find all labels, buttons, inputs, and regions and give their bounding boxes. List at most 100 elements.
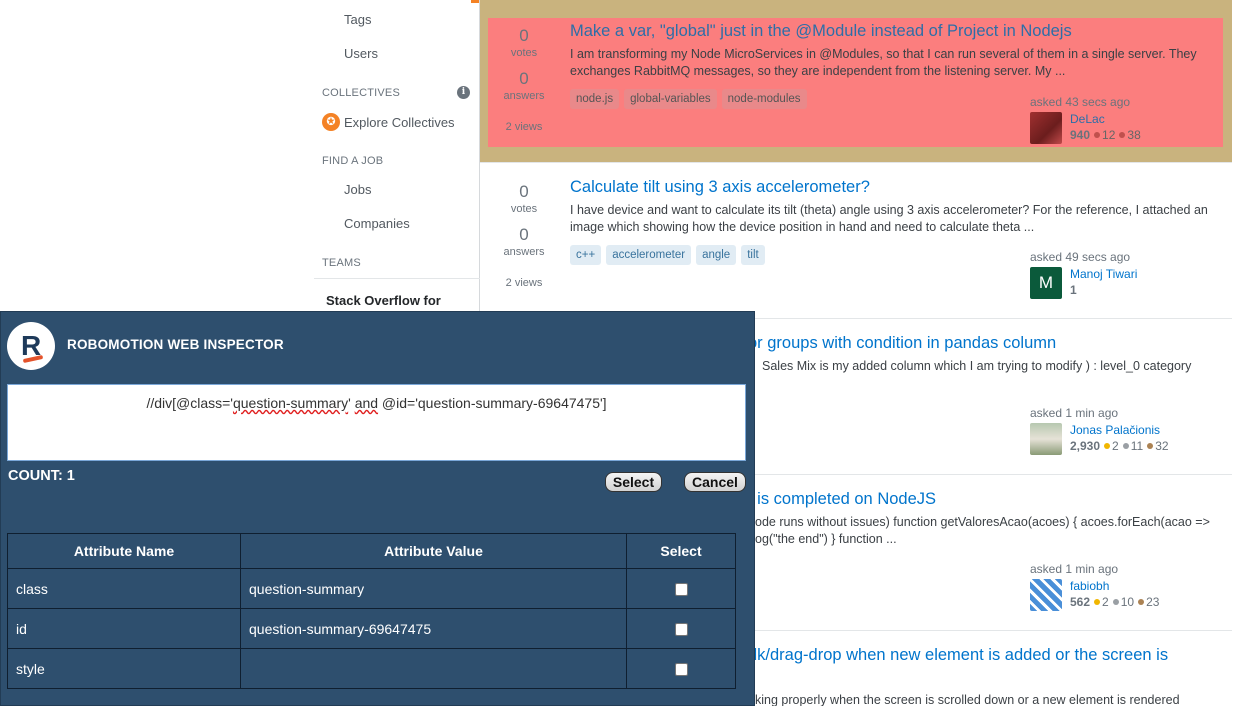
question-excerpt: Sales Mix is my added column which I am … xyxy=(762,359,1192,373)
attribute-name: style xyxy=(7,648,241,689)
sidebar-item-tags[interactable]: Tags xyxy=(344,12,371,27)
views-count: 2 views xyxy=(505,277,543,289)
question-stats: 0 votes 0 answers 2 views xyxy=(502,182,546,289)
teams-promo-text: Stack Overflow for xyxy=(326,293,441,308)
web-inspector-panel: R ROBOMOTION WEB INSPECTOR //div[@class=… xyxy=(0,311,755,706)
question-excerpt: I am transforming my Node MicroServices … xyxy=(570,47,1197,78)
tag[interactable]: angle xyxy=(696,245,737,265)
question-excerpt-line: og("the end") } function ... xyxy=(755,532,897,546)
question-summary[interactable]: 0 votes 0 answers 2 views Calculate tilt… xyxy=(480,163,1232,319)
silver-count: 10 xyxy=(1120,595,1135,609)
answers-label: answers xyxy=(503,90,545,102)
votes-label: votes xyxy=(510,47,538,59)
question-title[interactable]: Calculate tilt using 3 axis acceleromete… xyxy=(570,178,870,197)
attribute-value: question-summary xyxy=(240,568,627,609)
teams-heading: TEAMS xyxy=(322,257,361,269)
gold-count: 2 xyxy=(1102,595,1109,609)
user-card: asked 1 min ago fabiobh 562 2 10 23 xyxy=(1030,562,1230,611)
sidebar-item-companies[interactable]: Companies xyxy=(344,216,410,231)
question-title[interactable]: or groups with condition in pandas colum… xyxy=(748,334,1056,353)
xpath-text: question-summary xyxy=(232,395,349,411)
inspector-title: ROBOMOTION WEB INSPECTOR xyxy=(67,337,284,352)
question-title[interactable]: t is completed on NodeJS xyxy=(748,490,936,509)
user-reputation: 1 xyxy=(1070,283,1077,297)
question-tags: node.js global-variables node-modules xyxy=(570,89,807,109)
robomotion-logo-icon: R xyxy=(7,322,55,370)
views-count: 2 views xyxy=(505,121,543,133)
column-header-attribute-value: Attribute Value xyxy=(240,533,627,569)
user-card: asked 49 secs ago M Manoj Tiwari 1 xyxy=(1030,250,1230,299)
user-avatar[interactable] xyxy=(1030,579,1062,611)
sidebar-item-jobs[interactable]: Jobs xyxy=(344,182,371,197)
user-card: asked 1 min ago Jonas Palačionis 2,930 2 1… xyxy=(1030,406,1230,455)
tag[interactable]: c++ xyxy=(570,245,602,265)
column-header-select: Select xyxy=(626,533,736,569)
asked-time: asked 1 min ago xyxy=(1030,562,1119,576)
tag[interactable]: tilt xyxy=(741,245,765,265)
attribute-value: question-summary-69647475 xyxy=(240,608,627,649)
user-name[interactable]: fabiobh xyxy=(1070,579,1159,593)
user-avatar[interactable] xyxy=(1030,112,1062,144)
bronze-badge-icon xyxy=(1119,132,1126,139)
silver-count: 12 xyxy=(1102,128,1116,142)
attribute-value xyxy=(240,648,627,689)
user-name[interactable]: DeLac xyxy=(1070,112,1141,126)
table-row: class question-summary xyxy=(7,568,736,609)
xpath-text: @id='question-summary-69647475'] xyxy=(378,395,607,411)
info-icon[interactable]: i xyxy=(457,86,470,99)
silver-badge-icon xyxy=(1094,132,1101,139)
select-button[interactable]: Select xyxy=(605,472,662,492)
select-checkbox[interactable] xyxy=(674,623,688,637)
question-tags: c++ accelerometer angle tilt xyxy=(570,245,765,265)
silver-count: 11 xyxy=(1130,439,1144,453)
gold-count: 2 xyxy=(1112,439,1119,453)
question-title[interactable]: dk/drag-drop when new element is added o… xyxy=(748,646,1168,665)
question-excerpt: ode runs without issues) function getVal… xyxy=(755,514,1225,548)
attribute-name: id xyxy=(7,608,241,649)
user-name[interactable]: Jonas Palačionis xyxy=(1070,423,1169,437)
xpath-text: //div[@class=' xyxy=(146,395,233,411)
question-excerpt: I have device and want to calculate its … xyxy=(570,203,1208,234)
select-checkbox[interactable] xyxy=(674,663,688,677)
user-reputation: 940 xyxy=(1070,128,1091,142)
question-title[interactable]: Make a var, "global" just in the @Module… xyxy=(570,22,1072,41)
user-name[interactable]: Manoj Tiwari xyxy=(1070,267,1137,281)
match-count: COUNT: 1 xyxy=(8,468,75,484)
votes-label: votes xyxy=(510,203,538,215)
asked-time: asked 43 secs ago xyxy=(1030,95,1131,109)
bronze-badge-icon xyxy=(1138,599,1145,606)
votes-count: 0 xyxy=(519,182,529,201)
tag[interactable]: accelerometer xyxy=(606,245,692,265)
question-summary[interactable]: 0 votes 0 answers 2 views Make a var, "g… xyxy=(480,0,1232,163)
tag[interactable]: node.js xyxy=(570,89,620,109)
sidebar-item-users[interactable]: Users xyxy=(344,46,378,61)
asked-time: asked 1 min ago xyxy=(1030,406,1119,420)
attribute-name: class xyxy=(7,568,241,609)
tag[interactable]: node-modules xyxy=(721,89,807,109)
find-job-heading: FIND A JOB xyxy=(322,155,384,167)
answers-label: answers xyxy=(503,246,545,258)
cancel-button[interactable]: Cancel xyxy=(684,472,746,492)
question-excerpt: king properly when the screen is scrolle… xyxy=(755,693,1180,706)
user-reputation: 2,930 xyxy=(1070,439,1101,453)
asked-time: asked 49 secs ago xyxy=(1030,250,1131,264)
answers-count: 0 xyxy=(519,69,529,88)
user-avatar[interactable] xyxy=(1030,423,1062,455)
question-excerpt-line: ode runs without issues) function getVal… xyxy=(755,515,1210,529)
silver-badge-icon xyxy=(1112,599,1119,606)
gold-badge-icon xyxy=(1094,599,1101,606)
xpath-input[interactable]: //div[@class='question-summary' and @id=… xyxy=(7,384,746,461)
sidebar-item-explore-collectives[interactable]: Explore Collectives xyxy=(344,115,455,130)
table-row: id question-summary-69647475 xyxy=(7,608,736,649)
user-card: asked 43 secs ago DeLac 940 12 38 xyxy=(1030,95,1230,144)
votes-count: 0 xyxy=(519,26,529,45)
user-reputation: 562 xyxy=(1070,595,1091,609)
user-avatar[interactable]: M xyxy=(1030,267,1062,299)
tag[interactable]: global-variables xyxy=(624,89,717,109)
collectives-star-icon: ✪ xyxy=(322,113,340,131)
bronze-count: 38 xyxy=(1127,128,1141,142)
silver-badge-icon xyxy=(1122,443,1129,450)
select-checkbox[interactable] xyxy=(674,583,688,597)
question-stats: 0 votes 0 answers 2 views xyxy=(502,26,546,133)
active-indicator xyxy=(471,0,479,3)
